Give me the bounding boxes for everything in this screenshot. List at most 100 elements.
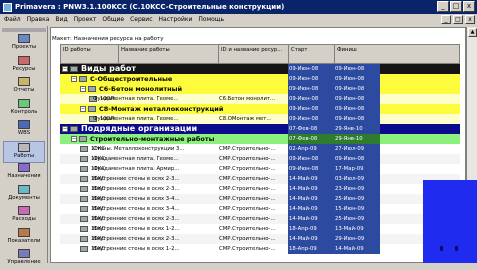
cell-activity-name: Внутренние стены в осях 3-4...	[93, 206, 180, 212]
close-button[interactable]: x	[463, 1, 475, 12]
cell-resource	[218, 64, 288, 74]
table-row[interactable]: − С6-Бетон монолитный 09-Июн-08 09-Июн-08	[60, 84, 460, 94]
minimize-button[interactable]: _	[437, 1, 449, 12]
activity-icon	[80, 186, 88, 192]
column-start[interactable]: Старт	[289, 45, 335, 65]
layout-title: Макет: Назначения ресурса на работу	[52, 36, 164, 42]
overlay-eye-left	[440, 246, 443, 251]
cell-finish: 09-Июн-08	[334, 74, 380, 84]
sidebar-item-3[interactable]: Контроль	[3, 98, 45, 120]
sidebar-item-8[interactable]: Расходы	[3, 205, 45, 227]
collapse-icon[interactable]: −	[62, 126, 68, 132]
menu-tools[interactable]: Сервис	[130, 16, 152, 23]
table-row[interactable]: 10КС Фундаментная плита. Армир... СМР.Стро…	[60, 164, 460, 174]
sidebar-item-10[interactable]: Управление	[3, 248, 45, 270]
cell-resource: СМР.Строительно-...	[219, 166, 276, 172]
cell-start: 09-Июн-08	[288, 64, 334, 74]
table-row[interactable]: − Подрядные организации 07-Фев-08 29-Янв-10	[60, 124, 460, 134]
table-row[interactable]: 10КС Стены. Металлоконструкции 3... СМР.Ст…	[60, 144, 460, 154]
cell-finish: 15-Июн-09	[334, 204, 380, 214]
activity-icon	[80, 196, 88, 202]
table-row[interactable]: 100Л Фундаментная плита. Геоме... С6.Бетон…	[60, 94, 460, 104]
activity-grid: − Виды работ 09-Июн-08 09-Июн-08− С-Общестро…	[60, 64, 460, 254]
expenses-icon	[18, 206, 30, 215]
sidebar-item-9[interactable]: Показатели	[3, 227, 45, 249]
table-row[interactable]: − С-Общестроительные 09-Июн-08 09-Июн-08	[60, 74, 460, 84]
menu-settings[interactable]: Настройки	[159, 16, 193, 23]
cell-resource	[218, 74, 288, 84]
sidebar-item-2[interactable]: Отчеты	[3, 76, 45, 98]
cell-resource: СМР.Строительно-...	[219, 196, 276, 202]
cell-start: 07-Фев-08	[288, 134, 334, 144]
child-close-button[interactable]: x	[465, 15, 475, 24]
sidebar-item-4[interactable]: WBS	[3, 119, 45, 141]
cell-activity-name	[118, 64, 218, 74]
cell-activity-name	[118, 104, 218, 114]
cell-activity-name: Внутренние стены в осях 2-3...	[93, 236, 180, 242]
menu-bar: Файл Правка Вид Проект Общие Сервис Наст…	[0, 14, 477, 25]
table-row[interactable]: − Строительно-монтажные работы 07-Фев-08 29…	[60, 134, 460, 144]
scroll-up-icon[interactable]: ▲	[468, 28, 477, 37]
table-row[interactable]: 10КС Фундаментная плита. Геоме... СМР.Стро…	[60, 154, 460, 164]
activity-icon	[80, 166, 88, 172]
sidebar-item-7[interactable]: Документы	[3, 184, 45, 206]
menu-file[interactable]: Файл	[4, 16, 21, 23]
column-activity-id[interactable]: ID работы	[61, 45, 119, 65]
sidebar-item-label: Работы	[13, 152, 35, 159]
menu-project[interactable]: Проект	[74, 16, 97, 23]
menu-enterprise[interactable]: Общие	[102, 16, 124, 23]
collapse-icon[interactable]: −	[71, 136, 77, 142]
activities-icon	[18, 142, 30, 152]
menu-edit[interactable]: Правка	[27, 16, 50, 23]
reports-icon	[18, 77, 30, 86]
column-resource[interactable]: ID и название ресур...	[219, 45, 289, 65]
activity-icon	[80, 246, 88, 252]
menu-view[interactable]: Вид	[55, 16, 67, 23]
collapse-icon[interactable]: −	[80, 106, 86, 112]
collapse-icon[interactable]: −	[62, 66, 68, 72]
sidebar-item-0[interactable]: Проекты	[3, 33, 45, 55]
window-controls: _ □ x	[437, 1, 475, 12]
cell-resource: СМР.Строительно-...	[219, 216, 276, 222]
table-row[interactable]: 10КС Внутренние стены в осях 2-3... СМР.Ст…	[60, 214, 460, 224]
cell-finish: 25-Июн-09	[334, 214, 380, 224]
collapse-icon[interactable]: −	[80, 86, 86, 92]
table-row[interactable]: 10КС Внутренние стены в осях 3-4... СМР.Ст…	[60, 194, 460, 204]
window-title: Primavera : PNW3.1.100KCC (C.10KCC-Строи…	[15, 3, 285, 11]
control-icon	[18, 98, 30, 108]
cell-activity-name: Внутренние стены в осях 1-2...	[93, 246, 180, 252]
sidebar-item-1[interactable]: Ресурсы	[3, 55, 45, 77]
cell-finish: 27-Июл-09	[334, 144, 380, 154]
sidebar-item-5[interactable]: Работы	[3, 140, 45, 163]
menu-help[interactable]: Помощь	[198, 16, 224, 23]
column-finish[interactable]: Финиш	[335, 45, 461, 65]
table-row[interactable]: 10КС Внутренние стены в осях 2-3... СМР.Ст…	[60, 234, 460, 244]
child-maximize-button[interactable]: □	[453, 15, 463, 24]
cell-activity-name: Фундаментная плита. Армир...	[93, 166, 180, 172]
cell-resource: С8.ОМонтаж мет...	[219, 116, 272, 122]
cell-finish: 09-Июн-08	[334, 64, 380, 74]
wbs-icon	[18, 120, 30, 129]
table-row[interactable]: 10КС Внутренние стены в осях 2-3... СМР.Ст…	[60, 184, 460, 194]
maximize-button[interactable]: □	[450, 1, 462, 12]
cell-activity-name	[118, 124, 218, 134]
wbs-node-icon	[79, 136, 87, 142]
table-row[interactable]: 10КС Внутренние стены в осях 1-2... СМР.Ст…	[60, 244, 460, 254]
cell-finish: 23-Июн-09	[334, 184, 380, 194]
management-icon	[18, 249, 30, 258]
table-row[interactable]: − С8-Монтаж металлоконструкций 09-Июн-08 09…	[60, 104, 460, 114]
cell-resource: СМР.Строительно-...	[219, 206, 276, 212]
table-row[interactable]: 10КС Внутренние стены в осях 2-3... СМР.Ст…	[60, 174, 460, 184]
column-activity-name[interactable]: Название работы	[119, 45, 219, 65]
child-minimize-button[interactable]: _	[441, 15, 451, 24]
table-row[interactable]: − Виды работ 09-Июн-08 09-Июн-08	[60, 64, 460, 74]
sidebar-item-6[interactable]: Назначения	[3, 162, 45, 184]
table-row[interactable]: 10КС Внутренние стены в осях 1-2... СМР.Ст…	[60, 224, 460, 234]
table-row[interactable]: 10КС Внутренние стены в осях 3-4... СМР.Ст…	[60, 204, 460, 214]
cell-start: 14-Май-09	[288, 194, 334, 204]
cell-activity-name: Внутренние стены в осях 2-3...	[93, 216, 180, 222]
table-row[interactable]: 100Л Фундаментная плита. Геоме... С8.ОМонт…	[60, 114, 460, 124]
overlay-character	[423, 180, 477, 263]
cell-start: 18-Апр-09	[288, 224, 334, 234]
collapse-icon[interactable]: −	[71, 76, 77, 82]
